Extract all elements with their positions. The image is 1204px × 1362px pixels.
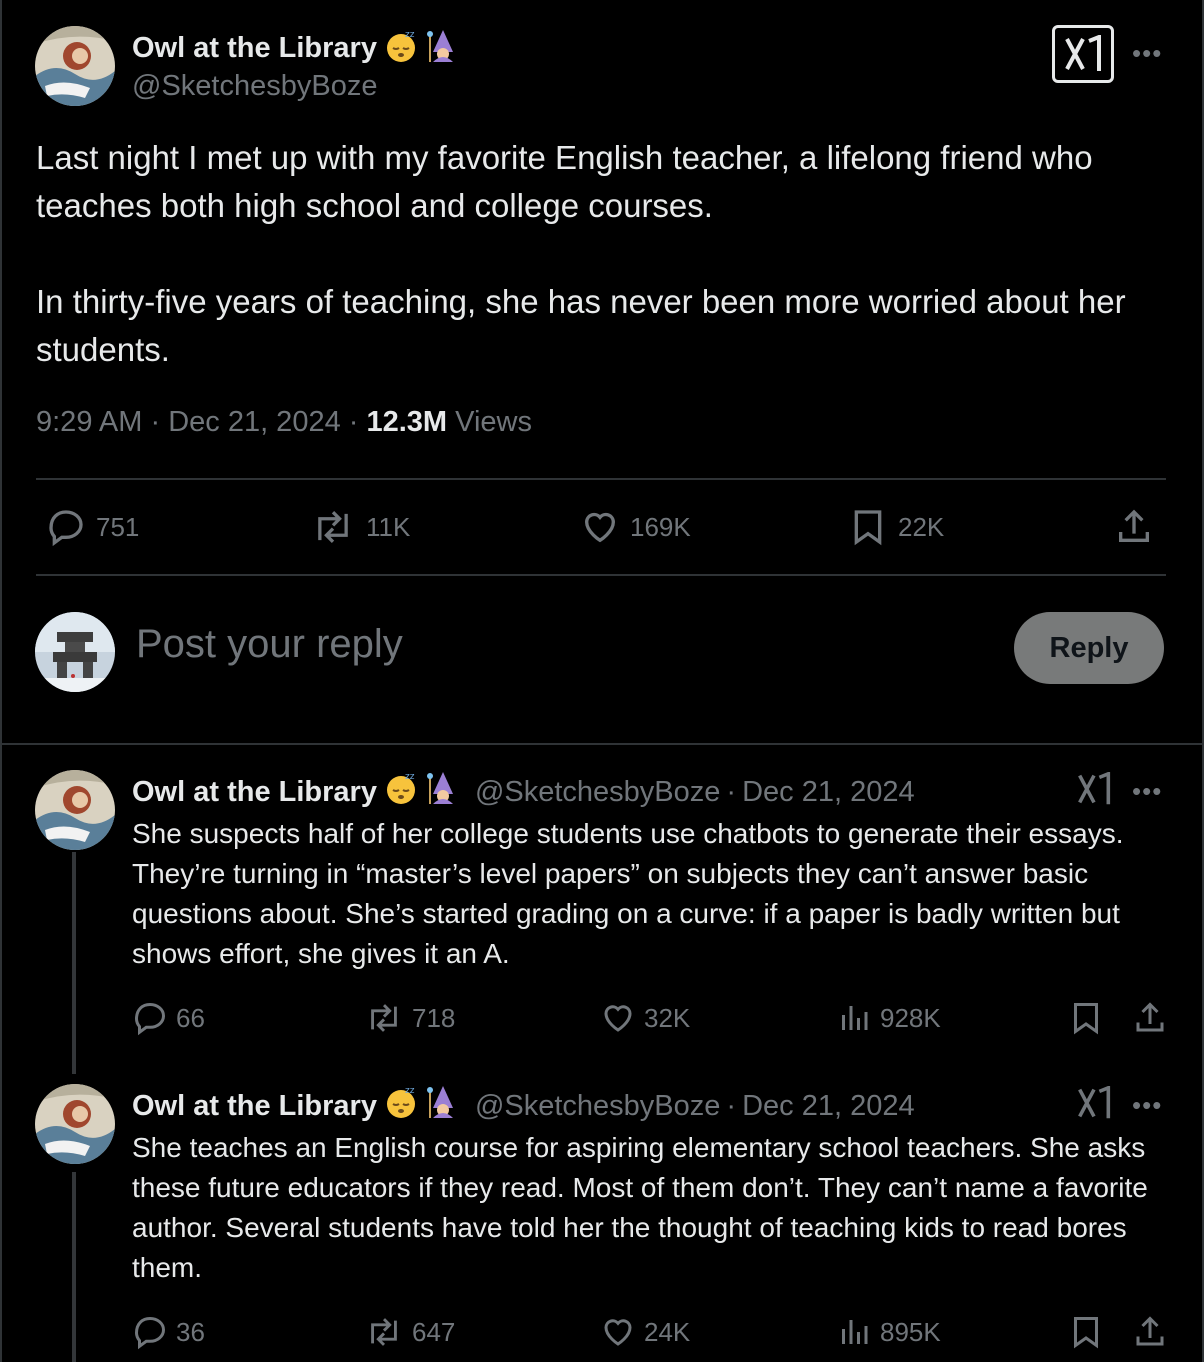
views-count: 895K bbox=[880, 1316, 941, 1347]
repost-button[interactable]: 647 bbox=[364, 1314, 455, 1350]
views-count: 928K bbox=[880, 1002, 941, 1033]
like-icon bbox=[604, 1319, 632, 1346]
bookmark-button[interactable]: 22K bbox=[848, 507, 944, 547]
repost-button[interactable]: 11K bbox=[310, 507, 410, 547]
more-icon[interactable]: ••• bbox=[1132, 1090, 1162, 1121]
repost-count: 647 bbox=[412, 1316, 456, 1347]
post-body: Last night I met up with my favorite Eng… bbox=[36, 134, 1176, 374]
thread-connector bbox=[72, 1172, 76, 1362]
reply-count: 751 bbox=[96, 511, 140, 542]
post-date[interactable]: Dec 21, 2024 bbox=[742, 1090, 915, 1123]
grok-icon[interactable] bbox=[1076, 771, 1112, 811]
views-count: 12.3M bbox=[366, 406, 448, 438]
author-name[interactable]: Owl at the Library bbox=[132, 1090, 377, 1123]
reply-header: Owl at the Library zz @SketchesbyBoze · … bbox=[132, 770, 915, 814]
bookmark-button[interactable] bbox=[1068, 1000, 1104, 1036]
views-icon bbox=[842, 1320, 868, 1344]
share-icon bbox=[1119, 509, 1149, 542]
share-icon bbox=[1136, 1002, 1164, 1032]
post-action-bar: 751 11K 169K 22K bbox=[36, 480, 1166, 574]
author-handle[interactable]: @SketchesbyBoze bbox=[475, 776, 720, 809]
author-name[interactable]: Owl at the Library bbox=[132, 32, 377, 65]
views-button[interactable]: 895K bbox=[836, 1314, 941, 1350]
sleeping-face-emoji: zz bbox=[383, 28, 419, 69]
reply-button[interactable]: 66 bbox=[132, 1000, 205, 1036]
reply-count: 36 bbox=[176, 1316, 205, 1347]
author-avatar[interactable] bbox=[35, 770, 115, 850]
repost-count: 718 bbox=[412, 1002, 456, 1033]
repost-icon bbox=[371, 1318, 397, 1346]
mage-emoji bbox=[425, 1084, 461, 1128]
divider bbox=[36, 574, 1166, 576]
author-handle[interactable]: @SketchesbyBoze bbox=[475, 1090, 720, 1123]
views-label: Views bbox=[455, 406, 532, 438]
reply-button[interactable]: 36 bbox=[132, 1314, 205, 1350]
post-paragraph: In thirty-five years of teaching, she ha… bbox=[36, 283, 1126, 368]
reply-button[interactable]: 751 bbox=[46, 507, 139, 547]
like-button[interactable]: 24K bbox=[600, 1314, 690, 1350]
current-user-avatar[interactable] bbox=[35, 612, 115, 692]
mage-emoji bbox=[425, 770, 461, 814]
share-button[interactable] bbox=[1114, 507, 1154, 547]
post-date[interactable]: Dec 21, 2024 bbox=[168, 406, 341, 438]
repost-icon bbox=[371, 1004, 397, 1032]
post-time[interactable]: 9:29 AM bbox=[36, 406, 142, 438]
bookmark-icon bbox=[1074, 1317, 1098, 1349]
svg-text:zz: zz bbox=[405, 772, 415, 782]
author-avatar[interactable] bbox=[35, 26, 115, 106]
svg-text:zz: zz bbox=[405, 1086, 415, 1096]
grok-button[interactable] bbox=[1052, 25, 1114, 83]
like-button[interactable]: 32K bbox=[600, 1000, 690, 1036]
main-post: Owl at the Library zz @SketchesbyBoze ••… bbox=[0, 0, 1204, 745]
views-button[interactable]: 928K bbox=[836, 1000, 941, 1036]
share-icon bbox=[1136, 1316, 1164, 1346]
author-name[interactable]: Owl at the Library bbox=[132, 776, 377, 809]
more-icon[interactable]: ••• bbox=[1132, 38, 1162, 69]
reply-action-bar: 36 647 24K 895K bbox=[132, 1314, 1172, 1354]
like-count: 24K bbox=[644, 1316, 691, 1347]
reply-action-bar: 66 718 32K 928K bbox=[132, 1000, 1172, 1040]
sleeping-face-emoji: zz bbox=[383, 1084, 419, 1128]
like-icon bbox=[584, 512, 616, 543]
repost-button[interactable]: 718 bbox=[364, 1000, 455, 1036]
svg-text:zz: zz bbox=[405, 30, 415, 40]
bookmark-button[interactable] bbox=[1068, 1314, 1104, 1350]
reply-icon bbox=[134, 1316, 166, 1350]
sleeping-face-emoji: zz bbox=[383, 770, 419, 814]
repost-count: 11K bbox=[366, 511, 411, 542]
author-handle[interactable]: @SketchesbyBoze bbox=[132, 70, 377, 103]
like-count: 32K bbox=[644, 1002, 691, 1033]
reply-header: Owl at the Library zz @SketchesbyBoze · … bbox=[132, 1084, 915, 1128]
like-button[interactable]: 169K bbox=[580, 507, 691, 547]
author-avatar[interactable] bbox=[35, 1084, 115, 1164]
reply-submit-button[interactable]: Reply bbox=[1014, 612, 1164, 684]
reply-icon bbox=[134, 1002, 166, 1036]
more-icon[interactable]: ••• bbox=[1132, 776, 1162, 807]
grok-icon bbox=[1065, 35, 1101, 71]
mage-emoji bbox=[425, 28, 461, 69]
reply-body: She suspects half of her college student… bbox=[132, 818, 1124, 969]
reply-count: 66 bbox=[176, 1002, 205, 1033]
grok-icon[interactable] bbox=[1076, 1085, 1112, 1125]
bookmark-count: 22K bbox=[898, 511, 945, 542]
bookmark-icon bbox=[1074, 1003, 1098, 1035]
share-button[interactable] bbox=[1132, 1314, 1168, 1350]
reply-input[interactable]: Post your reply bbox=[136, 622, 403, 667]
thread-connector bbox=[72, 852, 76, 1074]
like-icon bbox=[604, 1005, 632, 1032]
share-button[interactable] bbox=[1132, 1000, 1168, 1036]
reply-body: She teaches an English course for aspiri… bbox=[132, 1132, 1148, 1283]
post-date[interactable]: Dec 21, 2024 bbox=[742, 776, 915, 809]
repost-icon bbox=[318, 511, 348, 543]
post-meta: 9:29 AM · Dec 21, 2024 · 12.3M Views bbox=[36, 406, 532, 438]
bookmark-icon bbox=[854, 510, 882, 546]
reply-icon bbox=[49, 510, 83, 547]
post-paragraph: Last night I met up with my favorite Eng… bbox=[36, 139, 1093, 224]
like-count: 169K bbox=[630, 511, 691, 542]
views-icon bbox=[842, 1006, 868, 1030]
